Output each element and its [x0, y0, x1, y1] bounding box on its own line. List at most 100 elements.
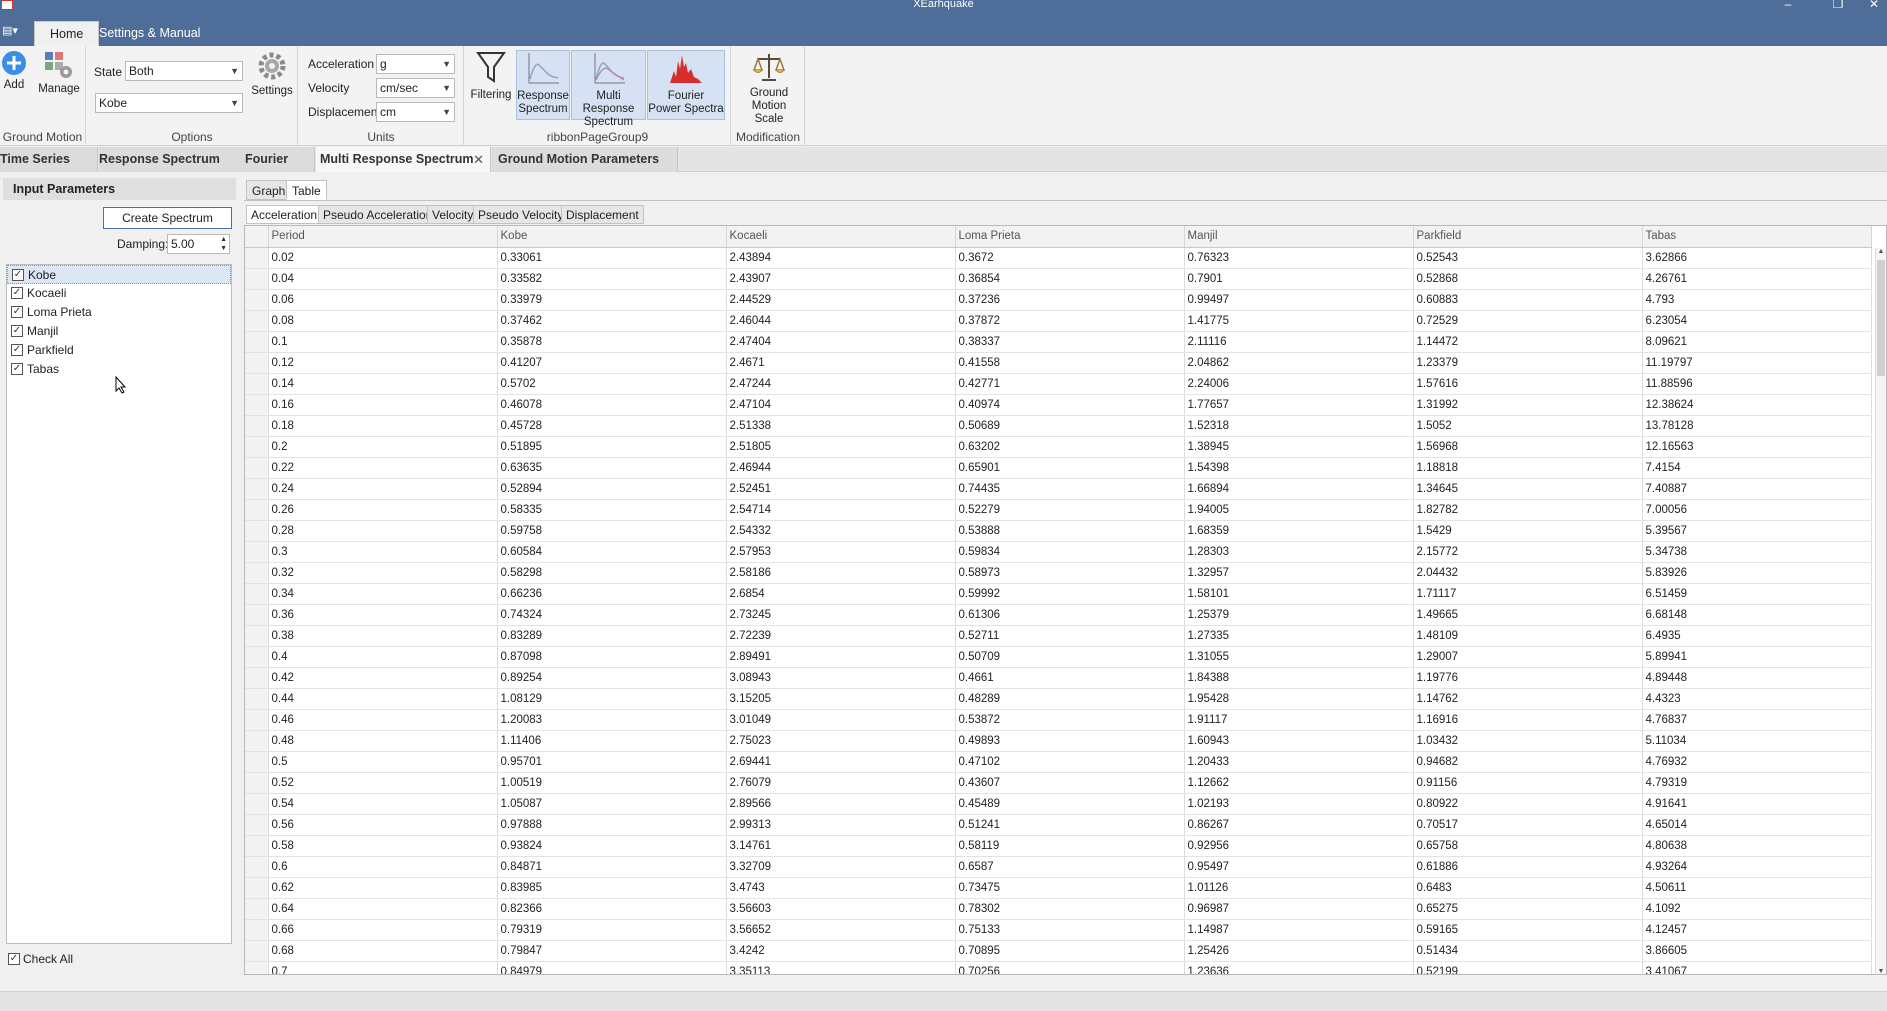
table-cell[interactable]: 1.5429: [1413, 520, 1643, 542]
table-cell[interactable]: 4.76932: [1642, 751, 1872, 773]
row-indicator[interactable]: [245, 919, 269, 941]
row-indicator[interactable]: [245, 478, 269, 500]
row-indicator[interactable]: [245, 583, 269, 605]
table-cell[interactable]: 0.66236: [497, 583, 727, 605]
table-cell[interactable]: 0.70256: [955, 961, 1185, 974]
table-cell[interactable]: 12.16563: [1642, 436, 1872, 458]
table-cell[interactable]: 0.37462: [497, 310, 727, 332]
table-row[interactable]: 0.62 0.83985 3.4743 0.73475 1.01126 0.6483 4.5…: [245, 877, 1872, 899]
table-cell[interactable]: 0.4: [268, 646, 498, 668]
table-cell[interactable]: 0.50709: [955, 646, 1185, 668]
table-cell[interactable]: 2.44529: [726, 289, 956, 311]
table-cell[interactable]: 1.16916: [1413, 709, 1643, 731]
table-cell[interactable]: 0.91156: [1413, 772, 1643, 794]
table-cell[interactable]: 0.47102: [955, 751, 1185, 773]
table-cell[interactable]: 0.97888: [497, 814, 727, 836]
row-indicator[interactable]: [245, 268, 269, 290]
table-row[interactable]: 0.4 0.87098 2.89491 0.50709 1.31055 1.29007 5.…: [245, 646, 1872, 668]
settings-button[interactable]: Settings: [249, 50, 295, 98]
table-cell[interactable]: 1.52318: [1184, 415, 1414, 437]
acceleration-unit-select[interactable]: g ▼: [376, 54, 455, 74]
table-cell[interactable]: 0.86267: [1184, 814, 1414, 836]
table-cell[interactable]: 2.43907: [726, 268, 956, 290]
table-cell[interactable]: 1.03432: [1413, 730, 1643, 752]
table-cell[interactable]: 0.42771: [955, 373, 1185, 395]
table-cell[interactable]: 1.91117: [1184, 709, 1414, 731]
row-indicator[interactable]: [245, 499, 269, 521]
table-cell[interactable]: 5.11034: [1642, 730, 1872, 752]
table-cell[interactable]: 0.94682: [1413, 751, 1643, 773]
table-cell[interactable]: 2.43894: [726, 247, 956, 269]
table-cell[interactable]: 0.18: [268, 415, 498, 437]
table-cell[interactable]: 2.24006: [1184, 373, 1414, 395]
table-cell[interactable]: 0.65758: [1413, 835, 1643, 857]
table-cell[interactable]: 2.6854: [726, 583, 956, 605]
table-cell[interactable]: 1.14472: [1413, 331, 1643, 353]
table-cell[interactable]: 0.46078: [497, 394, 727, 416]
add-button[interactable]: Add: [0, 50, 28, 92]
table-row[interactable]: 0.08 0.37462 2.46044 0.37872 1.41775 0.72529 6…: [245, 310, 1872, 332]
table-cell[interactable]: 4.93264: [1642, 856, 1872, 878]
table-cell[interactable]: 4.79319: [1642, 772, 1872, 794]
row-indicator[interactable]: [245, 436, 269, 458]
table-cell[interactable]: 1.58101: [1184, 583, 1414, 605]
table-cell[interactable]: 0.38: [268, 625, 498, 647]
table-cell[interactable]: 0.52543: [1413, 247, 1643, 269]
table-cell[interactable]: 0.58298: [497, 562, 727, 584]
table-cell[interactable]: 0.48: [268, 730, 498, 752]
row-indicator[interactable]: [245, 604, 269, 626]
column-header[interactable]: Loma Prieta: [955, 226, 1185, 248]
row-indicator[interactable]: [245, 856, 269, 878]
table-cell[interactable]: 1.14762: [1413, 688, 1643, 710]
table-row[interactable]: 0.52 1.00519 2.76079 0.43607 1.12662 0.91156 4…: [245, 772, 1872, 794]
table-cell[interactable]: 0.92956: [1184, 835, 1414, 857]
table-cell[interactable]: 0.58119: [955, 835, 1185, 857]
table-cell[interactable]: 1.27335: [1184, 625, 1414, 647]
table-cell[interactable]: 1.08129: [497, 688, 727, 710]
check-all-checkbox[interactable]: ✓ Check All: [6, 951, 73, 967]
displacement-unit-select[interactable]: cm ▼: [376, 102, 455, 122]
row-indicator[interactable]: [245, 457, 269, 479]
table-cell[interactable]: 1.25379: [1184, 604, 1414, 626]
table-cell[interactable]: 0.76323: [1184, 247, 1414, 269]
row-indicator[interactable]: [245, 898, 269, 920]
table-row[interactable]: 0.04 0.33582 2.43907 0.36854 0.7901 0.52868 4.…: [245, 268, 1872, 290]
table-cell[interactable]: 4.80638: [1642, 835, 1872, 857]
table-cell[interactable]: 1.01126: [1184, 877, 1414, 899]
table-cell[interactable]: 3.15205: [726, 688, 956, 710]
row-indicator[interactable]: [245, 331, 269, 353]
table-cell[interactable]: 0.72529: [1413, 310, 1643, 332]
ground-motion-scale-button[interactable]: Ground Motion Scale: [736, 50, 802, 126]
tab-table[interactable]: Table: [286, 180, 327, 200]
table-cell[interactable]: 0.53872: [955, 709, 1185, 731]
table-cell[interactable]: 1.20083: [497, 709, 727, 731]
table-cell[interactable]: 2.76079: [726, 772, 956, 794]
checkbox[interactable]: ✓: [11, 344, 23, 356]
row-indicator[interactable]: [245, 373, 269, 395]
table-cell[interactable]: 7.4154: [1642, 457, 1872, 479]
table-cell[interactable]: 0.14: [268, 373, 498, 395]
spinner-icon[interactable]: ▲ ▼: [220, 235, 227, 253]
table-cell[interactable]: 2.47244: [726, 373, 956, 395]
table-cell[interactable]: 0.5702: [497, 373, 727, 395]
table-row[interactable]: 0.26 0.58335 2.54714 0.52279 1.94005 1.82782 7…: [245, 499, 1872, 521]
table-row[interactable]: 0.5 0.95701 2.69441 0.47102 1.20433 0.94682 4.…: [245, 751, 1872, 773]
table-cell[interactable]: 1.60943: [1184, 730, 1414, 752]
table-cell[interactable]: 0.80922: [1413, 793, 1643, 815]
table-cell[interactable]: 0.22: [268, 457, 498, 479]
table-cell[interactable]: 0.52868: [1413, 268, 1643, 290]
table-cell[interactable]: 0.82366: [497, 898, 727, 920]
tab-graph[interactable]: Graph: [246, 180, 292, 200]
checkbox[interactable]: ✓: [8, 953, 20, 965]
table-cell[interactable]: 0.43607: [955, 772, 1185, 794]
table-cell[interactable]: 1.25426: [1184, 940, 1414, 962]
table-cell[interactable]: 0.41558: [955, 352, 1185, 374]
table-cell[interactable]: 1.18818: [1413, 457, 1643, 479]
table-cell[interactable]: 3.41067: [1642, 961, 1872, 974]
table-cell[interactable]: 0.62: [268, 877, 498, 899]
row-indicator[interactable]: [245, 814, 269, 836]
table-cell[interactable]: 6.23054: [1642, 310, 1872, 332]
table-row[interactable]: 0.64 0.82366 3.56603 0.78302 0.96987 0.65275 4…: [245, 898, 1872, 920]
row-indicator[interactable]: [245, 772, 269, 794]
close-tab-icon[interactable]: ✕: [473, 147, 484, 172]
